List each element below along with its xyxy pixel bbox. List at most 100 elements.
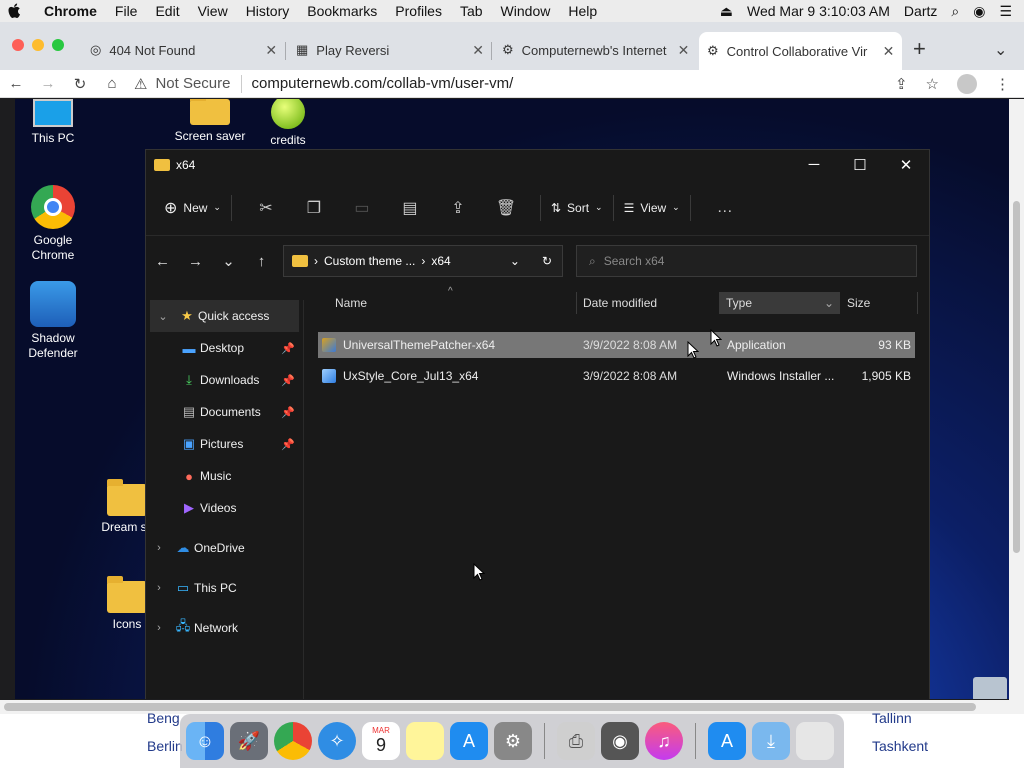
nav-documents[interactable]: ▤ Documents 📌	[146, 396, 303, 428]
desktop-icon-screen-saver[interactable]: Screen saver	[170, 99, 250, 144]
pin-icon[interactable]: 📌	[281, 342, 295, 355]
view-button[interactable]: ☰ View ⌄	[624, 201, 680, 215]
vertical-scrollbar[interactable]	[1009, 99, 1024, 700]
close-tab-icon[interactable]: ✕	[472, 42, 484, 59]
address-bar[interactable]: ⚠ Not Secure computernewb.com/collab-vm/…	[134, 70, 513, 98]
chevron-right-icon[interactable]: ›	[146, 542, 172, 554]
copy-icon[interactable]: ❐	[290, 198, 338, 218]
delete-icon[interactable]: 🗑	[482, 198, 530, 218]
close-tab-icon[interactable]: ✕	[678, 42, 690, 59]
home-icon[interactable]: ⌂	[96, 75, 128, 92]
nav-quick-access[interactable]: ⌄ ★ Quick access	[150, 300, 299, 332]
printer-icon[interactable]: ⎙	[557, 722, 595, 760]
control-center-icon[interactable]: ☰	[999, 3, 1012, 20]
recent-chevron-icon[interactable]: ⌄	[212, 252, 245, 270]
chrome-icon[interactable]	[274, 722, 312, 760]
back-icon[interactable]: ←	[0, 75, 32, 92]
rename-icon[interactable]: ▤	[386, 198, 434, 218]
new-tab-icon[interactable]: +	[913, 36, 926, 62]
chrome-menu-icon[interactable]: ⋮	[995, 75, 1010, 93]
finder-icon[interactable]: ☺	[186, 722, 224, 760]
paste-icon[interactable]: ▭	[338, 198, 386, 218]
recycle-bin-icon[interactable]	[973, 677, 1007, 699]
back-arrow-icon[interactable]: ←	[146, 253, 179, 270]
calendar-icon[interactable]: MAR 9	[362, 722, 400, 760]
minimize-window-icon[interactable]	[32, 39, 44, 51]
column-date[interactable]: Date modified	[583, 296, 657, 310]
chevron-down-icon[interactable]: ⌄	[510, 254, 520, 268]
siri-icon[interactable]: ◉	[973, 3, 985, 20]
chevron-right-icon[interactable]: ›	[146, 622, 172, 634]
nav-videos[interactable]: ▶ Videos	[146, 492, 303, 524]
desktop-icon-shadow-defender[interactable]: Shadow Defender	[15, 281, 93, 361]
app-store-icon[interactable]: A	[450, 722, 488, 760]
menu-tab[interactable]: Tab	[451, 3, 492, 19]
downloads-folder-icon[interactable]: ⤓	[752, 722, 790, 760]
tab-collab-vm[interactable]: ⚙ Control Collaborative Vir ✕	[699, 32, 903, 70]
file-row[interactable]: UxStyle_Core_Jul13_x64 3/9/2022 8:08 AM …	[318, 363, 915, 389]
trash-icon[interactable]	[796, 722, 834, 760]
breadcrumb-item[interactable]: Custom theme ...	[324, 254, 415, 268]
music-icon[interactable]: ♫	[645, 722, 683, 760]
bookmark-star-icon[interactable]: ☆	[926, 75, 939, 93]
tab-reversi[interactable]: ▦ Play Reversi ✕	[288, 34, 492, 66]
pin-icon[interactable]: 📌	[281, 438, 295, 451]
tab-search-chevron-icon[interactable]: ⌄	[994, 40, 1007, 60]
menu-app-name[interactable]: Chrome	[30, 3, 106, 19]
disk-utility-icon[interactable]: ◉	[601, 722, 639, 760]
breadcrumb[interactable]: › Custom theme ... › x64 ⌄ ↻	[283, 245, 563, 277]
nav-this-pc[interactable]: › ▭ This PC	[146, 572, 303, 604]
nav-pictures[interactable]: ▣ Pictures 📌	[146, 428, 303, 460]
menu-profiles[interactable]: Profiles	[386, 3, 451, 19]
file-row[interactable]: UniversalThemePatcher-x64 3/9/2022 8:08 …	[318, 332, 915, 358]
warning-icon[interactable]: ⚠	[134, 75, 147, 93]
nav-desktop[interactable]: ▬ Desktop 📌	[146, 332, 303, 364]
new-button[interactable]: ⊕ New ⌄	[164, 198, 221, 218]
menu-view[interactable]: View	[189, 3, 237, 19]
refresh-icon[interactable]: ↻	[542, 254, 552, 268]
more-options-icon[interactable]: …	[701, 199, 749, 217]
menu-file[interactable]: File	[106, 3, 147, 19]
desktop-icon-this-pc[interactable]: This PC	[15, 99, 93, 146]
menu-edit[interactable]: Edit	[146, 3, 188, 19]
close-tab-icon[interactable]: ✕	[883, 43, 895, 60]
column-size[interactable]: Size	[847, 296, 870, 310]
vm-desktop[interactable]: This PC Screen saver credits Google Chro…	[15, 99, 1009, 699]
share-icon[interactable]: ⇪	[895, 75, 908, 93]
search-input[interactable]: ⌕ Search x64	[576, 245, 917, 277]
nav-downloads[interactable]: ⤓ Downloads 📌	[146, 364, 303, 396]
nav-network[interactable]: › 🖧 Network	[146, 612, 303, 644]
menu-history[interactable]: History	[237, 3, 299, 19]
pin-icon[interactable]: 📌	[281, 406, 295, 419]
menu-bookmarks[interactable]: Bookmarks	[298, 3, 386, 19]
minimize-icon[interactable]: ─	[791, 156, 837, 174]
reload-icon[interactable]: ↻	[64, 75, 96, 93]
explorer-titlebar[interactable]: x64 ─ ☐ ✕	[146, 150, 929, 180]
menu-help[interactable]: Help	[559, 3, 606, 19]
safari-icon[interactable]: ✧	[318, 722, 356, 760]
zoom-window-icon[interactable]	[52, 39, 64, 51]
launchpad-icon[interactable]: 🚀	[230, 722, 268, 760]
forward-arrow-icon[interactable]: →	[179, 253, 212, 270]
cut-icon[interactable]: ✂	[242, 198, 290, 218]
eject-icon[interactable]: ⏏	[720, 3, 733, 20]
url-text[interactable]: computernewb.com/collab-vm/user-vm/	[252, 75, 514, 92]
menubar-clock[interactable]: Wed Mar 9 3:10:03 AM	[747, 3, 890, 19]
up-arrow-icon[interactable]: ↑	[245, 253, 278, 270]
system-preferences-icon[interactable]: ⚙	[494, 722, 532, 760]
pin-icon[interactable]: 📌	[281, 374, 295, 387]
close-icon[interactable]: ✕	[883, 156, 929, 174]
chevron-down-icon[interactable]: ⌄	[150, 310, 176, 323]
apple-menu-icon[interactable]	[0, 3, 30, 19]
scrollbar-thumb[interactable]	[1013, 201, 1020, 553]
spotlight-search-icon[interactable]: ⌕	[951, 3, 959, 20]
maximize-icon[interactable]: ☐	[837, 156, 883, 174]
close-tab-icon[interactable]: ✕	[265, 42, 277, 59]
tab-404[interactable]: ◎ 404 Not Found ✕	[82, 34, 285, 66]
breadcrumb-item[interactable]: x64	[431, 254, 450, 268]
column-type[interactable]: Type ⌄	[720, 292, 840, 314]
menubar-user[interactable]: Dartz	[904, 3, 937, 19]
menu-window[interactable]: Window	[492, 3, 560, 19]
close-window-icon[interactable]	[12, 39, 24, 51]
chevron-right-icon[interactable]: ›	[146, 582, 172, 594]
